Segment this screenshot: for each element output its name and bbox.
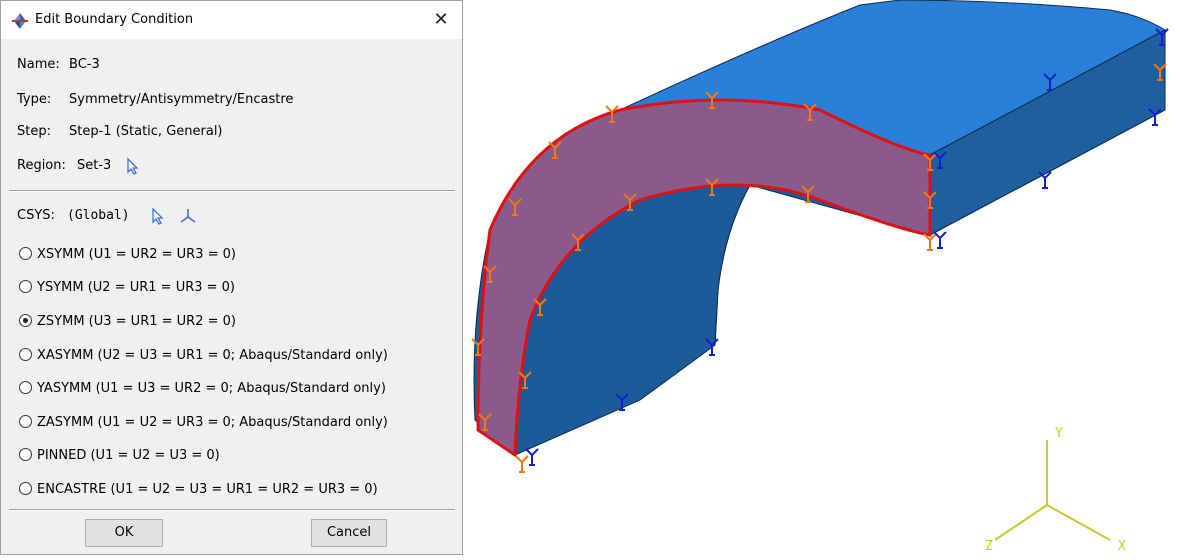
option-zasymm[interactable]: ZASYMM (U1 = U2 = UR3 = 0; Abaqus/Standa…: [19, 413, 388, 433]
option-zsymm[interactable]: ZSYMM (U3 = UR1 = UR2 = 0): [19, 312, 236, 332]
option-label: ZASYMM (U1 = U2 = UR3 = 0; Abaqus/Standa…: [37, 415, 388, 430]
radio-button[interactable]: [19, 482, 32, 495]
separator: [9, 190, 455, 192]
option-label: XASYMM (U2 = U3 = UR1 = 0; Abaqus/Standa…: [37, 348, 388, 363]
option-pinned[interactable]: PINNED (U1 = U2 = U3 = 0): [19, 446, 220, 466]
cancel-button[interactable]: Cancel: [311, 519, 387, 547]
option-label: ENCASTRE (U1 = U2 = U3 = UR1 = UR2 = UR3…: [37, 482, 378, 497]
option-xasymm[interactable]: XASYMM (U2 = U3 = UR1 = 0; Abaqus/Standa…: [19, 346, 388, 366]
radio-button[interactable]: [19, 448, 32, 461]
option-encastre[interactable]: ENCASTRE (U1 = U2 = U3 = UR1 = UR2 = UR3…: [19, 480, 378, 500]
csys-create-icon[interactable]: [178, 207, 198, 225]
dialog-titlebar[interactable]: Edit Boundary Condition ✕: [1, 1, 462, 39]
region-label: Region:: [17, 158, 66, 173]
radio-button[interactable]: [19, 280, 32, 293]
radio-button-selected[interactable]: [19, 314, 32, 327]
step-row: Step: Step-1 (Static, General): [17, 122, 223, 142]
name-value: BC-3: [69, 57, 100, 72]
option-label: YASYMM (U1 = U3 = UR2 = 0; Abaqus/Standa…: [37, 381, 386, 396]
ok-button[interactable]: OK: [85, 519, 163, 547]
step-label: Step:: [17, 124, 51, 139]
name-label: Name:: [17, 57, 60, 72]
option-label: XSYMM (U1 = UR2 = UR3 = 0): [37, 247, 236, 262]
type-row: Type: Symmetry/Antisymmetry/Encastre: [17, 90, 293, 110]
triad-x-label: X: [1118, 539, 1126, 554]
radio-button[interactable]: [19, 381, 32, 394]
option-xsymm[interactable]: XSYMM (U1 = UR2 = UR3 = 0): [19, 245, 236, 265]
edit-boundary-condition-dialog: Edit Boundary Condition ✕ Name: BC-3 Type…: [0, 0, 463, 555]
region-row: Region: Set-3: [17, 156, 143, 176]
close-button[interactable]: ✕: [426, 6, 456, 34]
radio-button[interactable]: [19, 415, 32, 428]
step-value: Step-1 (Static, General): [69, 124, 223, 139]
csys-label: CSYS:: [17, 208, 55, 223]
csys-pick-arrow-icon[interactable]: [148, 206, 168, 225]
csys-value: (Global): [67, 208, 130, 223]
option-ysymm[interactable]: YSYMM (U2 = UR1 = UR3 = 0): [19, 278, 235, 298]
abaqus-app-icon: [12, 13, 28, 29]
dialog-title: Edit Boundary Condition: [35, 12, 194, 27]
triad-y-label: Y: [1055, 426, 1063, 441]
type-label: Type:: [17, 92, 52, 107]
radio-button[interactable]: [19, 348, 32, 361]
region-value: Set-3: [77, 158, 112, 173]
option-label: ZSYMM (U3 = UR1 = UR2 = 0): [37, 314, 236, 329]
radio-button[interactable]: [19, 247, 32, 260]
axis-triad: [994, 440, 1111, 541]
type-value: Symmetry/Antisymmetry/Encastre: [69, 92, 294, 107]
region-pick-arrow-icon[interactable]: [123, 156, 143, 175]
csys-row: CSYS: (Global): [17, 206, 198, 226]
name-row: Name: BC-3: [17, 55, 100, 75]
option-yasymm[interactable]: YASYMM (U1 = U3 = UR2 = 0; Abaqus/Standa…: [19, 379, 386, 399]
option-label: PINNED (U1 = U2 = U3 = 0): [37, 448, 220, 463]
triad-z-label: Z: [985, 539, 993, 554]
option-label: YSYMM (U2 = UR1 = UR3 = 0): [37, 280, 236, 295]
separator: [9, 509, 455, 511]
